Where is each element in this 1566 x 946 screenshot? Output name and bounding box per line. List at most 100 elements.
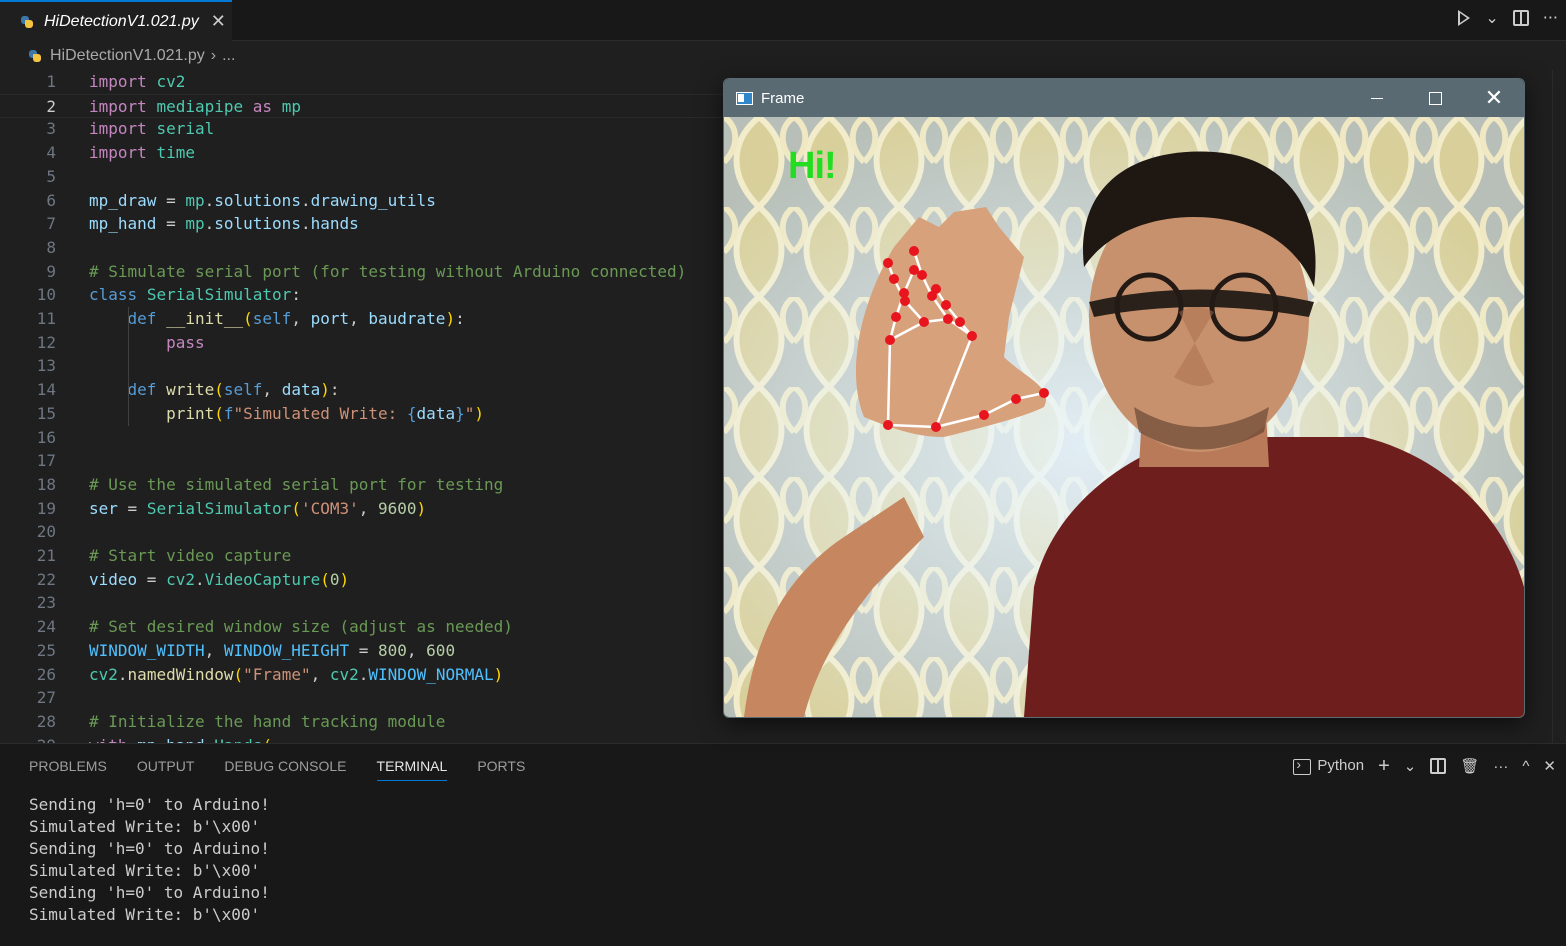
line-number: 15 <box>36 403 56 423</box>
chevron-down-icon[interactable]: ⌄ <box>1485 8 1498 27</box>
panel-tabs: PROBLEMS OUTPUT DEBUG CONSOLE TERMINAL PORTS <box>0 744 525 788</box>
hi-overlay-text: Hi! <box>788 145 837 187</box>
hand-landmark <box>927 291 937 301</box>
close-icon[interactable]: ✕ <box>211 11 226 32</box>
line-number: 24 <box>36 617 56 637</box>
terminal-line: Simulated Write: b'\x00' <box>29 817 261 836</box>
terminal-line: Sending 'h=0' to Arduino! <box>29 839 270 858</box>
more-actions-icon[interactable]: ··· <box>1543 8 1558 27</box>
line-number: 2 <box>46 96 56 116</box>
minimize-button[interactable] <box>1348 79 1406 117</box>
panel-tab-debug-console[interactable]: DEBUG CONSOLE <box>224 744 346 788</box>
chevron-right-icon: › <box>210 47 217 64</box>
new-terminal-icon[interactable]: + <box>1378 755 1390 778</box>
line-number: 5 <box>46 166 56 186</box>
line-number: 21 <box>36 546 56 565</box>
hand-landmark <box>885 335 895 345</box>
code-text: # Initialize the hand tracking module <box>89 711 446 731</box>
hand-landmark <box>979 410 989 420</box>
camera-feed: Hi! <box>724 117 1524 717</box>
code-text: # Use the simulated serial port for test… <box>89 474 504 494</box>
line-number: 1 <box>46 72 56 91</box>
code-text: # Simulate serial port (for testing with… <box>89 261 687 281</box>
terminal-line: Simulated Write: b'\x00' <box>29 905 261 924</box>
close-panel-icon[interactable]: ✕ <box>1543 757 1556 775</box>
split-terminal-icon[interactable] <box>1430 758 1447 774</box>
hand-landmark <box>883 258 893 268</box>
trash-icon[interactable]: 🗑 <box>1460 757 1479 775</box>
hand-landmark <box>967 331 977 341</box>
hand-landmark <box>891 312 901 322</box>
code-text: # Start video capture <box>89 546 292 565</box>
terminal-output[interactable]: Sending 'h=0' to Arduino! Simulated Write… <box>29 794 270 926</box>
hand-landmark <box>909 265 919 275</box>
code-text: class SerialSimulator: <box>89 285 301 305</box>
line-number: 13 <box>36 356 56 376</box>
maximize-button[interactable] <box>1406 79 1464 117</box>
line-number: 10 <box>36 285 56 305</box>
editor-tab-label: HiDetectionV1.021.py <box>44 12 199 30</box>
frame-title: Frame <box>761 89 805 107</box>
editor-scrollbar[interactable] <box>1552 70 1566 743</box>
hand-landmark <box>943 314 953 324</box>
code-text: def __init__(self, port, baudrate): <box>127 309 465 328</box>
code-text: mp_draw = mp.solutions.drawing_utils <box>89 190 436 210</box>
line-number: 20 <box>36 522 56 542</box>
terminal-profile-label: Python <box>1317 757 1365 775</box>
code-text: WINDOW_WIDTH, WINDOW_HEIGHT = 800, 600 <box>89 640 456 660</box>
frame-window[interactable]: Frame ✕ Hi! <box>723 78 1525 718</box>
python-file-icon <box>20 15 34 29</box>
indent-guide <box>128 330 129 355</box>
editor-tab-active[interactable]: HiDetectionV1.021.py ✕ <box>0 0 232 41</box>
line-number: 17 <box>36 451 56 471</box>
code-text: import time <box>89 143 195 163</box>
hand-landmark <box>919 317 929 327</box>
line-number: 14 <box>36 380 56 400</box>
terminal-line: Sending 'h=0' to Arduino! <box>29 795 270 814</box>
code-text: # Set desired window size (adjust as nee… <box>89 617 513 637</box>
line-number: 16 <box>36 427 56 447</box>
bottom-panel: PROBLEMS OUTPUT DEBUG CONSOLE TERMINAL PORTS… <box>0 743 1566 946</box>
editor-actions: ⌄ ··· <box>1458 8 1558 27</box>
code-text: video = cv2.VideoCapture(0) <box>89 569 350 589</box>
split-editor-icon[interactable] <box>1512 9 1529 26</box>
hand-landmark <box>941 300 951 310</box>
indent-guide <box>128 401 129 426</box>
breadcrumb-more[interactable]: ... <box>222 47 235 65</box>
terminal-line: Simulated Write: b'\x00' <box>29 861 261 880</box>
panel-tab-terminal[interactable]: TERMINAL <box>376 744 447 788</box>
chevron-down-icon[interactable]: ⌄ <box>1404 757 1417 775</box>
code-text: print(f"Simulated Write: {data}") <box>166 403 484 423</box>
line-number: 6 <box>46 190 56 210</box>
terminal-profile[interactable]: Python <box>1293 756 1365 775</box>
panel-tab-ports[interactable]: PORTS <box>477 744 525 788</box>
camera-image <box>724 117 1524 717</box>
maximize-panel-icon[interactable]: ^ <box>1522 758 1529 775</box>
code-text: import mediapipe as mp <box>89 96 301 116</box>
panel-actions: Python + ⌄ 🗑 ··· ^ ✕ <box>1293 754 1556 778</box>
line-number: 25 <box>36 640 56 660</box>
line-number: 3 <box>46 119 56 139</box>
code-text: import serial <box>89 119 215 139</box>
code-text: import cv2 <box>89 72 186 91</box>
hand-landmark <box>955 317 965 327</box>
line-number: 11 <box>36 309 56 328</box>
more-actions-icon[interactable]: ··· <box>1493 758 1508 775</box>
line-number: 18 <box>36 474 56 494</box>
hand-landmark <box>889 274 899 284</box>
code-text: ser = SerialSimulator('COM3', 9600) <box>89 498 427 518</box>
run-icon[interactable] <box>1458 9 1471 26</box>
python-file-icon <box>28 49 42 63</box>
breadcrumb-file[interactable]: HiDetectionV1.021.py <box>50 47 205 65</box>
line-number: 9 <box>46 261 56 281</box>
frame-title-bar[interactable]: Frame ✕ <box>724 79 1524 117</box>
code-text: pass <box>166 332 205 352</box>
line-number: 22 <box>36 569 56 589</box>
hand-landmark <box>883 420 893 430</box>
panel-tab-problems[interactable]: PROBLEMS <box>29 744 107 788</box>
hand-landmark <box>1011 394 1021 404</box>
close-button[interactable]: ✕ <box>1465 79 1523 117</box>
panel-tab-output[interactable]: OUTPUT <box>137 744 195 788</box>
line-number: 8 <box>46 237 56 257</box>
hand-landmark <box>909 246 919 256</box>
